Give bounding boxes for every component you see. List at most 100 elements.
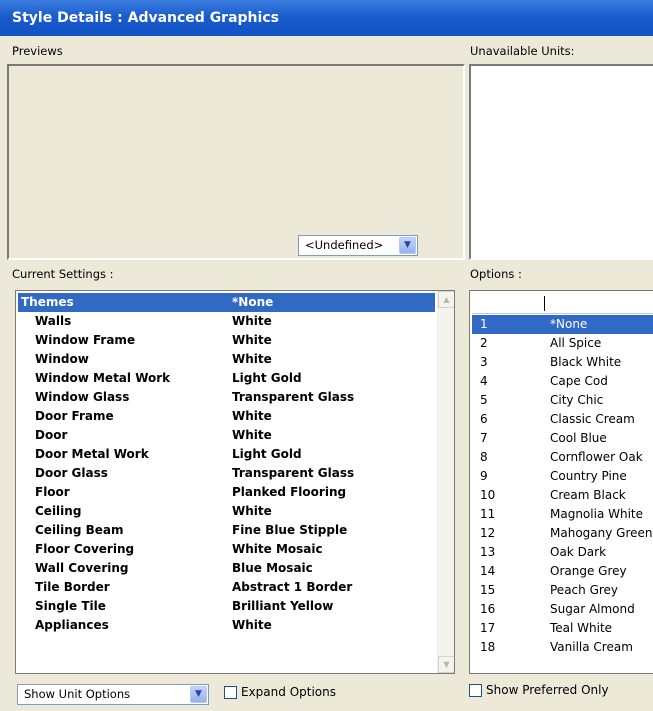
option-name: Oak Dark (550, 545, 607, 559)
option-number: 11 (480, 507, 496, 521)
option-number: 1 (480, 317, 488, 331)
option-name: Peach Grey (550, 583, 619, 597)
option-row[interactable]: 12 Mahogany Green (472, 524, 653, 543)
unavailable-units-list[interactable] (469, 64, 653, 260)
setting-value: Transparent Glass (232, 466, 355, 480)
show-preferred-only-label: Show Preferred Only (486, 683, 609, 697)
settings-row[interactable]: Tile Border Abstract 1 Border (18, 578, 435, 597)
settings-row[interactable]: Door Metal Work Light Gold (18, 445, 435, 464)
option-row[interactable]: 18 Vanilla Cream (472, 638, 653, 657)
option-row[interactable]: 5 City Chic (472, 391, 653, 410)
option-name: Classic Cream (550, 412, 635, 426)
settings-row[interactable]: Single Tile Brilliant Yellow (18, 597, 435, 616)
expand-options-checkbox[interactable]: Expand Options (224, 685, 336, 699)
setting-value: White (232, 428, 272, 442)
show-preferred-only-checkbox[interactable]: Show Preferred Only (469, 683, 609, 697)
setting-value: *None (232, 295, 274, 309)
options-list[interactable]: 1 *None 2 All Spice 3 Black White 4 Cape Cod 5 Ci… (469, 290, 653, 674)
settings-row[interactable]: Floor Covering White Mosaic (18, 540, 435, 559)
setting-name: Window Glass (35, 390, 130, 404)
column-divider[interactable] (544, 296, 545, 311)
option-number: 8 (480, 450, 488, 464)
setting-value: Planked Flooring (232, 485, 347, 499)
option-row[interactable]: 15 Peach Grey (472, 581, 653, 600)
option-number: 15 (480, 583, 496, 597)
window-title: Style Details : Advanced Graphics (0, 0, 653, 36)
setting-name: Appliances (35, 618, 109, 632)
options-header (472, 293, 653, 314)
setting-name: Themes (21, 295, 74, 309)
setting-value: White Mosaic (232, 542, 323, 556)
option-name: Magnolia White (550, 507, 643, 521)
option-number: 16 (480, 602, 496, 616)
option-row[interactable]: 10 Cream Black (472, 486, 653, 505)
option-row[interactable]: 6 Classic Cream (472, 410, 653, 429)
option-row[interactable]: 1 *None (472, 315, 653, 334)
scroll-up-icon[interactable]: ▲ (438, 291, 454, 308)
settings-row[interactable]: Window Frame White (18, 331, 435, 350)
settings-row[interactable]: Door Glass Transparent Glass (18, 464, 435, 483)
settings-row[interactable]: Themes *None (18, 293, 435, 312)
setting-value: Light Gold (232, 371, 302, 385)
option-number: 17 (480, 621, 496, 635)
setting-name: Wall Covering (35, 561, 129, 575)
checkbox-box[interactable] (224, 685, 237, 699)
option-number: 9 (480, 469, 488, 483)
option-number: 5 (480, 393, 488, 407)
option-row[interactable]: 3 Black White (472, 353, 653, 372)
option-row[interactable]: 11 Magnolia White (472, 505, 653, 524)
settings-row[interactable]: Window Glass Transparent Glass (18, 388, 435, 407)
setting-name: Window (35, 352, 89, 366)
settings-row[interactable]: Floor Planked Flooring (18, 483, 435, 502)
chevron-down-icon[interactable]: ▼ (190, 686, 207, 703)
settings-row[interactable]: Ceiling Beam Fine Blue Stipple (18, 521, 435, 540)
setting-name: Floor Covering (35, 542, 135, 556)
option-number: 6 (480, 412, 488, 426)
setting-name: Window Frame (35, 333, 136, 347)
settings-row[interactable]: Ceiling White (18, 502, 435, 521)
setting-value: Fine Blue Stipple (232, 523, 348, 537)
scroll-down-icon[interactable]: ▼ (438, 656, 454, 673)
setting-name: Door Frame (35, 409, 114, 423)
option-name: Cornflower Oak (550, 450, 643, 464)
option-row[interactable]: 13 Oak Dark (472, 543, 653, 562)
option-number: 2 (480, 336, 488, 350)
setting-name: Ceiling Beam (35, 523, 124, 537)
option-number: 12 (480, 526, 496, 540)
checkbox-box[interactable] (469, 683, 482, 697)
expand-options-label: Expand Options (241, 685, 336, 699)
settings-row[interactable]: Door White (18, 426, 435, 445)
current-settings-list[interactable]: Themes *None Walls White Window Frame White Wi… (15, 290, 455, 674)
option-row[interactable]: 16 Sugar Almond (472, 600, 653, 619)
settings-row[interactable]: Wall Covering Blue Mosaic (18, 559, 435, 578)
preview-dropdown[interactable]: <Undefined> ▼ (298, 235, 418, 256)
setting-name: Single Tile (35, 599, 106, 613)
option-row[interactable]: 14 Orange Grey (472, 562, 653, 581)
option-name: Vanilla Cream (550, 640, 633, 654)
option-number: 10 (480, 488, 496, 502)
option-name: Cream Black (550, 488, 626, 502)
previews-label: Previews (12, 44, 63, 58)
setting-name: Ceiling (35, 504, 82, 518)
option-row[interactable]: 7 Cool Blue (472, 429, 653, 448)
show-unit-options-dropdown[interactable]: Show Unit Options ▼ (17, 684, 209, 705)
settings-row[interactable]: Window White (18, 350, 435, 369)
setting-value: White (232, 333, 272, 347)
settings-row[interactable]: Walls White (18, 312, 435, 331)
option-row[interactable]: 17 Teal White (472, 619, 653, 638)
setting-value: Transparent Glass (232, 390, 355, 404)
option-name: City Chic (550, 393, 604, 407)
option-row[interactable]: 4 Cape Cod (472, 372, 653, 391)
settings-row[interactable]: Door Frame White (18, 407, 435, 426)
settings-row[interactable]: Appliances White (18, 616, 435, 635)
option-row[interactable]: 2 All Spice (472, 334, 653, 353)
option-name: All Spice (550, 336, 602, 350)
chevron-down-icon[interactable]: ▼ (399, 237, 416, 254)
preview-area (7, 64, 465, 260)
option-name: Orange Grey (550, 564, 627, 578)
option-row[interactable]: 8 Cornflower Oak (472, 448, 653, 467)
option-row[interactable]: 9 Country Pine (472, 467, 653, 486)
setting-value: White (232, 352, 272, 366)
settings-scrollbar[interactable]: ▲ ▼ (437, 291, 454, 673)
settings-row[interactable]: Window Metal Work Light Gold (18, 369, 435, 388)
